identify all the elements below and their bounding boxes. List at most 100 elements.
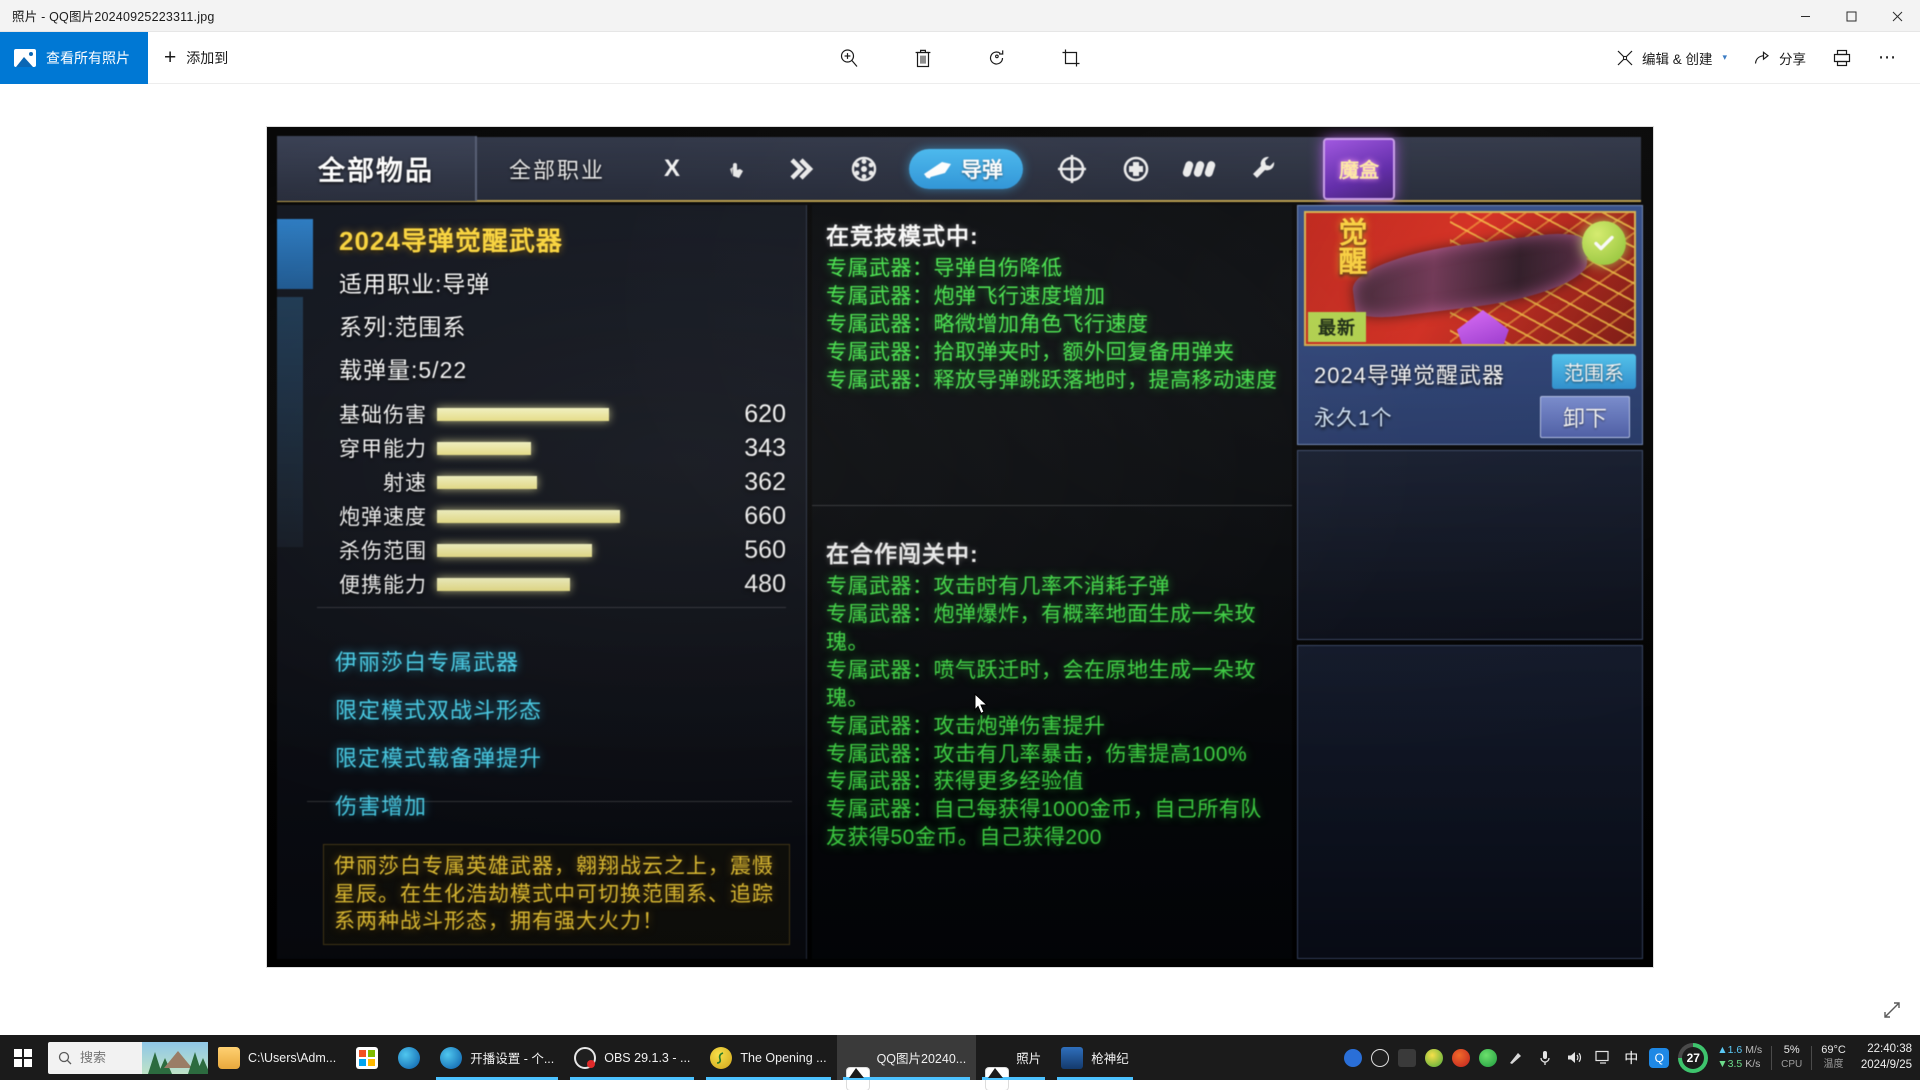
weapon-description-box: 伊丽莎白专属英雄武器，翱翔战云之上，震慑星辰。在生化浩劫模式中可切换范围系、追踪… — [323, 844, 790, 945]
stat-bar-track — [437, 465, 714, 499]
app-toolbar: 查看所有照片 + 添加到 — [0, 32, 1920, 84]
mouse-cursor — [974, 693, 990, 720]
coop-line: 专属武器：喷气跃迁时，会在原地生成一朵玫瑰。 — [826, 657, 1280, 713]
stat-label: 基础伤害 — [317, 399, 437, 429]
game-icon — [1061, 1047, 1083, 1069]
item-series-tag: 范围系 — [1552, 354, 1636, 389]
taskbar-clock[interactable]: 22:40:38 2024/9/25 — [1855, 1042, 1912, 1073]
competitive-heading: 在竞技模式中: — [826, 217, 1280, 251]
crop-button[interactable] — [1049, 38, 1093, 78]
shield-icon[interactable] — [1344, 1049, 1362, 1067]
antivirus-icon[interactable] — [1479, 1049, 1497, 1067]
taskbar-item-game[interactable]: 枪神纪 — [1051, 1035, 1139, 1080]
check-icon — [1591, 230, 1617, 256]
panel-accent-stripe-secondary — [277, 297, 303, 547]
taskbar-item-label: OBS 29.1.3 - ... — [604, 1051, 690, 1065]
taskbar-item-file-explorer[interactable]: C:\Users\Adm... — [208, 1035, 346, 1080]
delete-button[interactable] — [901, 38, 945, 78]
equipped-check-badge — [1582, 221, 1626, 265]
stat-label: 炮弹速度 — [317, 501, 437, 531]
q-app-icon[interactable]: Q — [1649, 1048, 1669, 1068]
network-speed-monitor[interactable]: ▲1.6 M/s ▼3.5 K/s — [1717, 1044, 1762, 1070]
tab-missile-selected[interactable]: 导弹 — [909, 149, 1023, 189]
maximize-button[interactable] — [1828, 0, 1874, 32]
unequip-button[interactable]: 卸下 — [1540, 396, 1630, 438]
weapon-attribute: 载弹量:5/22 — [339, 351, 490, 385]
music-tray-icon[interactable] — [1425, 1049, 1443, 1067]
taskbar-item-label: C:\Users\Adm... — [248, 1051, 336, 1065]
inventory-empty-slot[interactable] — [1297, 450, 1643, 640]
stat-bar-fill — [437, 578, 570, 591]
tab-all-items[interactable]: 全部物品 — [277, 136, 477, 201]
magic-box-button[interactable]: 魔盒 — [1323, 138, 1395, 200]
temperature-monitor[interactable]: 69°C 温度 — [1821, 1044, 1846, 1072]
stat-value: 362 — [714, 468, 786, 497]
taskbar-item-photos[interactable]: 照片 — [976, 1035, 1051, 1080]
obs-tray-icon[interactable] — [1371, 1049, 1389, 1067]
hand-icon[interactable] — [717, 150, 755, 188]
grenade-icon[interactable] — [845, 150, 883, 188]
gauge-value: 27 — [1687, 1051, 1700, 1065]
ime-indicator[interactable]: 中 — [1622, 1048, 1640, 1068]
volume-icon[interactable] — [1564, 1048, 1584, 1068]
temperature-label: 温度 — [1824, 1059, 1844, 1070]
minimize-button[interactable] — [1782, 0, 1828, 32]
windows-taskbar: C:\Users\Adm... 开播设置 - 个... OBS 29.1.3 -… — [0, 1035, 1920, 1080]
taskbar-item-qq-image[interactable]: QQ图片20240... — [837, 1035, 977, 1080]
tab-all-jobs[interactable]: 全部职业 — [477, 136, 637, 201]
cpu-value: 5% — [1784, 1044, 1800, 1056]
performance-gauge[interactable]: 27 — [1678, 1043, 1708, 1073]
perk-item: 限定模式载备弹提升 — [335, 741, 542, 773]
medkit-icon[interactable] — [1117, 150, 1155, 188]
stat-bar-track — [437, 397, 714, 431]
expand-to-fullscreen-button[interactable] — [1882, 1000, 1902, 1025]
inventory-panel: 觉醒 最新 2024导弹觉醒武器 永久1个 范围系 卸下 — [1297, 205, 1643, 959]
bullets-icon[interactable] — [1181, 150, 1219, 188]
opera-icon[interactable] — [1452, 1049, 1470, 1067]
weapon-description: 伊丽莎白专属英雄武器，翱翔战云之上，震慑星辰。在生化浩劫模式中可切换范围系、追踪… — [334, 853, 779, 936]
inventory-item-card[interactable]: 觉醒 最新 2024导弹觉醒武器 永久1个 范围系 卸下 — [1297, 205, 1643, 445]
wrench-icon[interactable] — [1245, 150, 1283, 188]
edge-icon — [440, 1047, 462, 1069]
taskbar-item-music[interactable]: The Opening ... — [700, 1035, 836, 1080]
microphone-icon[interactable] — [1535, 1048, 1555, 1068]
edge-icon — [398, 1047, 420, 1069]
cpu-usage-monitor[interactable]: 5% CPU — [1781, 1044, 1802, 1072]
taskbar-item-label: The Opening ... — [740, 1051, 826, 1065]
photo-viewer-canvas[interactable]: 全部物品 全部职业 X 导弹 — [0, 85, 1920, 1035]
weapon-attributes: 适用职业:导弹 系列:范围系 载弹量:5/22 — [339, 265, 490, 394]
rotate-button[interactable] — [975, 38, 1019, 78]
display-icon[interactable] — [1593, 1048, 1613, 1068]
x-icon[interactable]: X — [653, 150, 691, 188]
taskbar-item-edge[interactable] — [388, 1035, 430, 1080]
stat-bar-track — [437, 567, 714, 601]
stat-value: 620 — [714, 400, 786, 429]
crosshair-icon[interactable] — [1053, 150, 1091, 188]
double-chevron-icon[interactable] — [781, 150, 819, 188]
taskbar-item-live-settings[interactable]: 开播设置 - 个... — [430, 1035, 564, 1080]
taskbar-item-obs[interactable]: OBS 29.1.3 - ... — [564, 1035, 700, 1080]
coop-line: 专属武器：攻击时有几率不消耗子弹 — [826, 573, 1280, 601]
network-download-value: 3.5 — [1728, 1058, 1743, 1070]
stat-row: 射速 362 — [317, 465, 786, 499]
competitive-line: 专属武器：释放导弹跳跃落地时，提高移动速度 — [826, 367, 1280, 395]
sound-device-icon[interactable] — [1506, 1048, 1526, 1068]
system-tray: 中 Q 27 ▲1.6 M/s ▼3.5 K/s 5% CPU 69°C 温度 … — [1344, 1042, 1920, 1073]
stat-value: 343 — [714, 434, 786, 463]
clock-date: 2024/9/25 — [1861, 1059, 1912, 1071]
perk-item: 限定模式双战斗形态 — [335, 693, 542, 725]
coop-line: 专属武器：攻击炮弹伤害提升 — [826, 713, 1280, 741]
taskbar-item-microsoft-store[interactable] — [346, 1035, 388, 1080]
start-button[interactable] — [0, 1035, 46, 1080]
stat-row: 杀伤范围 560 — [317, 533, 786, 567]
close-button[interactable] — [1874, 0, 1920, 32]
nvidia-icon[interactable] — [1398, 1049, 1416, 1067]
coop-line: 专属武器：攻击有几率暴击，伤害提高100% — [826, 741, 1280, 769]
inventory-empty-slot[interactable] — [1297, 645, 1643, 959]
photo-image[interactable]: 全部物品 全部职业 X 导弹 — [267, 127, 1653, 967]
zoom-in-button[interactable] — [827, 38, 871, 78]
stat-bar-fill — [437, 442, 531, 455]
taskbar-search-box[interactable] — [48, 1042, 208, 1074]
weapon-stats-list: 基础伤害 620 穿甲能力 343 射速 362 炮弹速度 66 — [317, 397, 786, 610]
taskbar-item-label: 开播设置 - 个... — [470, 1048, 554, 1067]
